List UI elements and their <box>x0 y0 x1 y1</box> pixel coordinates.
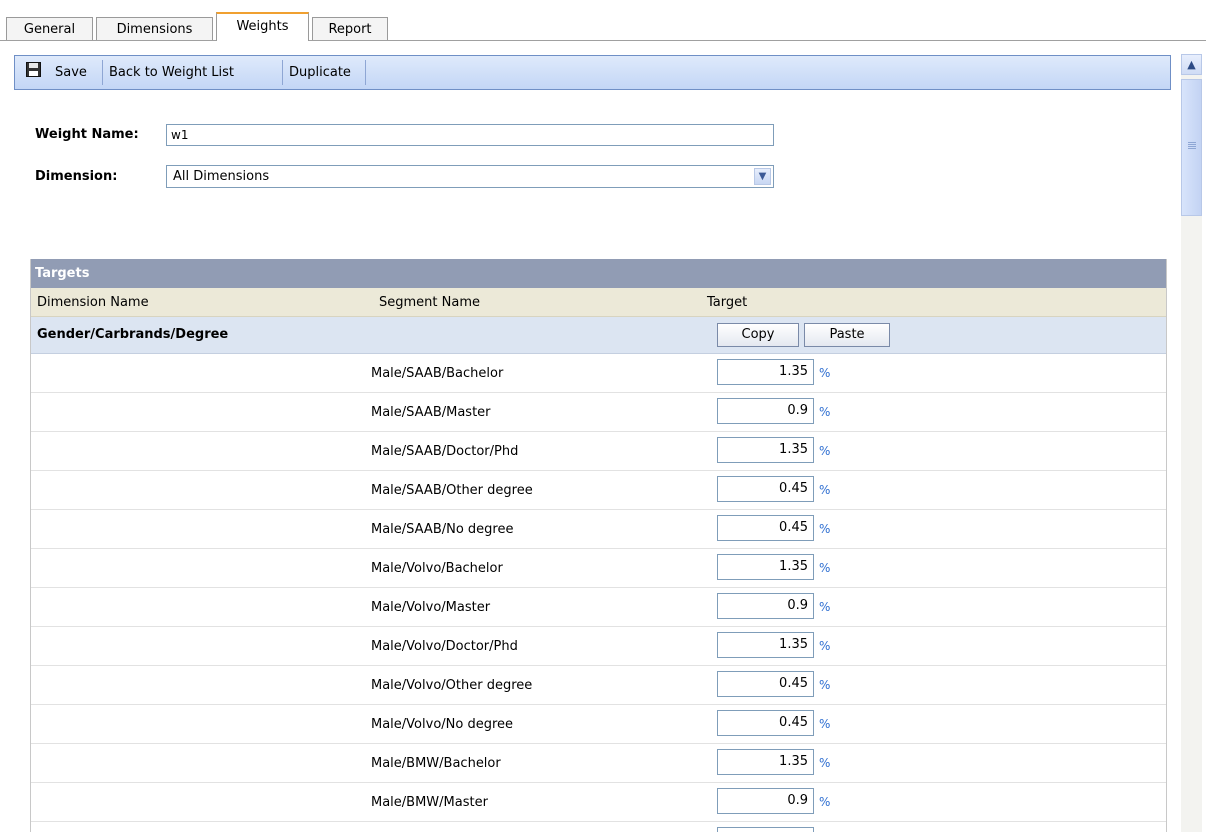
percent-unit: % <box>819 678 831 692</box>
duplicate-button[interactable]: Duplicate <box>285 58 355 87</box>
tab-strip: General Dimensions Weights Report <box>0 0 1206 41</box>
percent-unit: % <box>819 366 831 380</box>
table-row: Male/Volvo/Doctor/Phd 1.35% <box>31 627 1166 666</box>
toolbar: Save Back to Weight List Duplicate <box>14 55 1171 90</box>
back-to-weight-list-button[interactable]: Back to Weight List <box>105 58 238 87</box>
target-input[interactable]: 1.35 <box>717 437 814 463</box>
table-row: Male/Volvo/No degree 0.45% <box>31 705 1166 744</box>
percent-unit: % <box>819 444 831 458</box>
tab-divider <box>0 40 1206 41</box>
scrollbar-thumb[interactable] <box>1181 79 1202 216</box>
dimension-select-value: All Dimensions <box>173 169 270 184</box>
weight-name-label: Weight Name: <box>35 127 139 142</box>
table-row: Male/BMW/Master 0.9% <box>31 783 1166 822</box>
target-input[interactable]: 1.35 <box>717 632 814 658</box>
arrow-up-icon[interactable]: ▲ <box>1181 54 1202 75</box>
table-row: Male/Volvo/Master 0.9% <box>31 588 1166 627</box>
dimension-select[interactable]: All Dimensions ▼ <box>166 165 774 188</box>
segment-name: Male/Volvo/Other degree <box>371 678 533 693</box>
percent-unit: % <box>819 405 831 419</box>
table-row: Male/SAAB/Doctor/Phd 1.35% <box>31 432 1166 471</box>
table-row: Male/Volvo/Bachelor 1.35% <box>31 549 1166 588</box>
segment-name: Male/Volvo/No degree <box>371 717 514 732</box>
targets-title: Targets <box>31 259 1166 288</box>
tab-weights[interactable]: Weights <box>216 12 309 41</box>
grip-icon <box>1188 142 1196 143</box>
target-input[interactable]: 0.45 <box>717 710 814 736</box>
column-header-target: Target <box>707 295 748 310</box>
target-input[interactable]: 0.45 <box>717 476 814 502</box>
tab-report[interactable]: Report <box>312 17 388 40</box>
paste-button[interactable]: Paste <box>804 323 890 347</box>
weight-name-input[interactable]: w1 <box>166 124 774 146</box>
tab-general[interactable]: General <box>6 17 93 40</box>
percent-unit: % <box>819 600 831 614</box>
table-row: Male/Volvo/Other degree 0.45% <box>31 666 1166 705</box>
target-input[interactable]: 1.35 <box>717 359 814 385</box>
table-row: Male/BMW/Bachelor 1.35% <box>31 744 1166 783</box>
target-input[interactable]: 0.45 <box>717 671 814 697</box>
target-input[interactable]: 0.45 <box>717 515 814 541</box>
percent-unit: % <box>819 717 831 731</box>
target-input[interactable]: 0.9 <box>717 788 814 814</box>
group-name: Gender/Carbrands/Degree <box>37 327 229 342</box>
targets-grid: Targets Dimension Name Segment Name Targ… <box>30 259 1167 832</box>
target-input[interactable]: 1.35 <box>717 749 814 775</box>
column-header-segment-name: Segment Name <box>379 295 480 310</box>
segment-name: Male/Volvo/Master <box>371 600 491 615</box>
segment-name: Male/BMW/Master <box>371 795 488 810</box>
column-header-dimension-name: Dimension Name <box>37 295 149 310</box>
segment-name: Male/SAAB/No degree <box>371 522 514 537</box>
toolbar-separator <box>282 60 283 85</box>
percent-unit: % <box>819 483 831 497</box>
percent-unit: % <box>819 756 831 770</box>
target-input[interactable]: 0.9 <box>717 398 814 424</box>
targets-header: Dimension Name Segment Name Target <box>31 288 1166 317</box>
target-input[interactable]: 1.35 <box>717 554 814 580</box>
table-row: Male/SAAB/Other degree 0.45% <box>31 471 1166 510</box>
chevron-down-icon[interactable]: ▼ <box>754 168 771 185</box>
table-row: Male/SAAB/Bachelor 1.35% <box>31 354 1166 393</box>
target-input[interactable]: 1.35 <box>717 827 814 832</box>
percent-unit: % <box>819 522 831 536</box>
toolbar-separator <box>102 60 103 85</box>
segment-name: Male/Volvo/Doctor/Phd <box>371 639 518 654</box>
table-row: Male/BMW/Doctor/Phd1.35% <box>31 822 1166 832</box>
group-row: Gender/Carbrands/Degree Copy Paste <box>31 317 1166 354</box>
copy-button[interactable]: Copy <box>717 323 799 347</box>
percent-unit: % <box>819 561 831 575</box>
segment-name: Male/BMW/Bachelor <box>371 756 501 771</box>
tab-dimensions[interactable]: Dimensions <box>96 17 213 40</box>
percent-unit: % <box>819 639 831 653</box>
segment-name: Male/SAAB/Master <box>371 405 491 420</box>
segment-name: Male/SAAB/Bachelor <box>371 366 504 381</box>
save-button[interactable]: Save <box>51 58 91 87</box>
percent-unit: % <box>819 795 831 809</box>
target-rows: Male/SAAB/Bachelor 1.35% Male/SAAB/Master 0… <box>31 354 1166 832</box>
floppy-disk-icon[interactable] <box>26 62 41 77</box>
segment-name: Male/Volvo/Bachelor <box>371 561 503 576</box>
dimension-label: Dimension: <box>35 169 118 184</box>
segment-name: Male/SAAB/Doctor/Phd <box>371 444 519 459</box>
table-row: Male/SAAB/Master 0.9% <box>31 393 1166 432</box>
segment-name: Male/SAAB/Other degree <box>371 483 533 498</box>
target-input[interactable]: 0.9 <box>717 593 814 619</box>
table-row: Male/SAAB/No degree 0.45% <box>31 510 1166 549</box>
toolbar-separator <box>365 60 366 85</box>
